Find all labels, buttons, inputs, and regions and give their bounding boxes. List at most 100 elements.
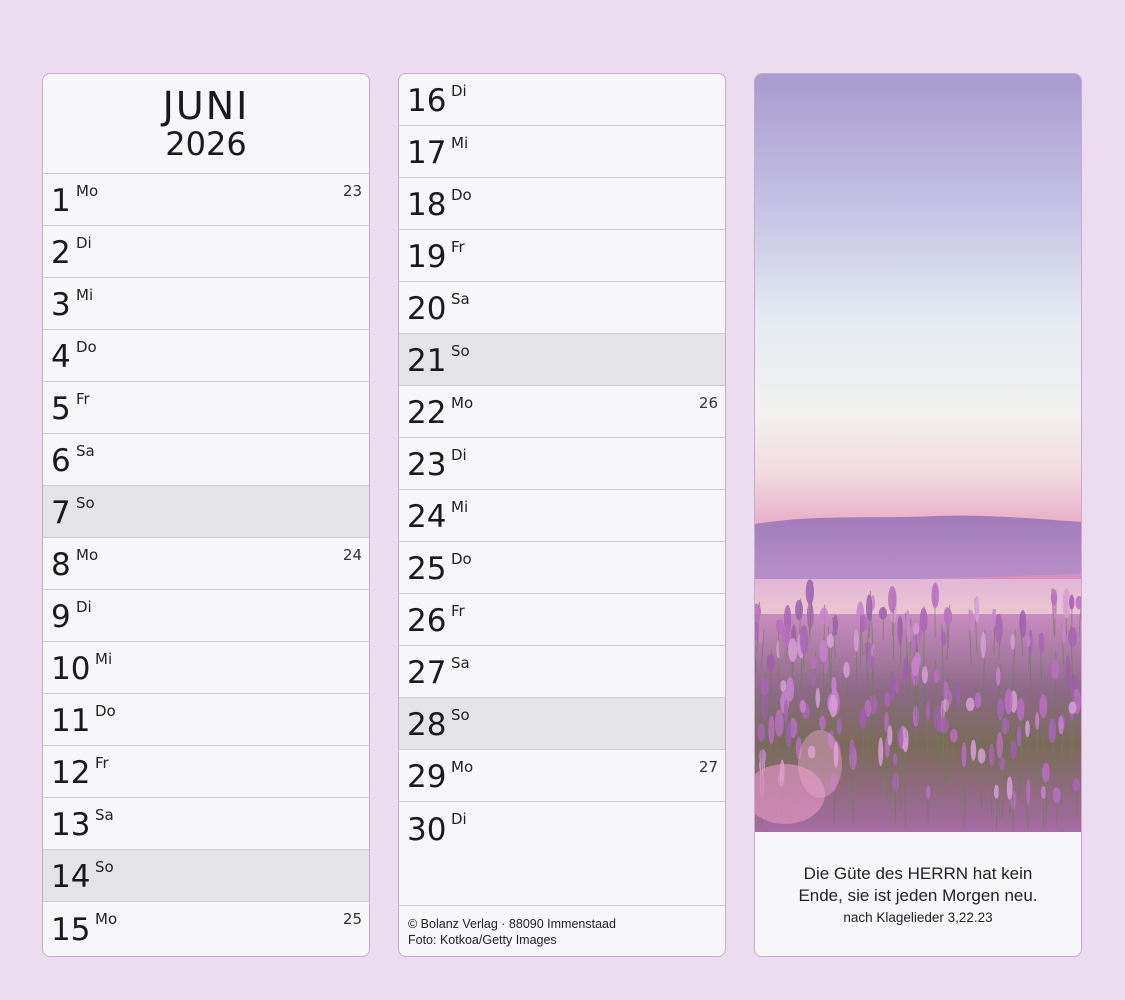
day-number: 6 bbox=[51, 443, 71, 479]
quote-line-2: Ende, sie ist jeden Morgen neu. bbox=[798, 886, 1038, 905]
photo-credit: Foto: Kotkoa/Getty Images bbox=[408, 933, 557, 947]
day-row: 1 Mo 23 bbox=[43, 174, 369, 226]
day-number: 4 bbox=[51, 339, 71, 375]
day-number: 8 bbox=[51, 547, 71, 583]
day-row: 22 Mo 26 bbox=[399, 386, 725, 438]
day-number: 12 bbox=[51, 755, 91, 791]
day-row: 23 Di bbox=[399, 438, 725, 490]
day-number: 23 bbox=[407, 447, 447, 483]
day-row: 3 Mi bbox=[43, 278, 369, 330]
day-row: 19 Fr bbox=[399, 230, 725, 282]
month-header: JUNI 2026 bbox=[43, 74, 369, 174]
credits: © Bolanz Verlag · 88090 Immenstaad Foto:… bbox=[408, 916, 616, 948]
weekday-name: Do bbox=[451, 186, 472, 204]
lavender-field-photo bbox=[755, 74, 1081, 832]
day-row: 14 So bbox=[43, 850, 369, 902]
weekday-name: Do bbox=[451, 550, 472, 568]
weekday-name: Do bbox=[76, 338, 97, 356]
day-number: 16 bbox=[407, 83, 447, 119]
day-number: 28 bbox=[407, 707, 447, 743]
weekday-name: Fr bbox=[451, 238, 465, 256]
day-number: 1 bbox=[51, 183, 71, 219]
calendar-column-2: 16 Di 17 Mi 18 Do 19 Fr 20 Sa 21 So 22 Mo 26 23 Di 24 Mi 25… bbox=[398, 73, 726, 957]
credits-area: © Bolanz Verlag · 88090 Immenstaad Foto:… bbox=[399, 854, 725, 956]
day-number: 10 bbox=[51, 651, 91, 687]
weekday-name: So bbox=[76, 494, 95, 512]
weekday-name: Sa bbox=[76, 442, 95, 460]
weekday-name: Di bbox=[451, 810, 467, 828]
year-title: 2026 bbox=[165, 125, 247, 163]
weekday-name: Di bbox=[76, 598, 92, 616]
day-number: 14 bbox=[51, 859, 91, 895]
weekday-name: Mo bbox=[451, 758, 474, 776]
weekday-name: Di bbox=[76, 234, 92, 252]
weekday-name: Fr bbox=[451, 602, 465, 620]
day-number: 2 bbox=[51, 235, 71, 271]
day-number: 17 bbox=[407, 135, 447, 171]
day-row: 28 So bbox=[399, 698, 725, 750]
day-number: 20 bbox=[407, 291, 447, 327]
day-row: 10 Mi bbox=[43, 642, 369, 694]
week-number: 23 bbox=[342, 182, 362, 200]
photo-column: Die Güte des HERRN hat kein Ende, sie is… bbox=[754, 73, 1082, 957]
weekday-name: Sa bbox=[451, 654, 470, 672]
day-row: 8 Mo 24 bbox=[43, 538, 369, 590]
weekday-name: Mo bbox=[95, 910, 118, 928]
week-number: 25 bbox=[342, 910, 362, 928]
empty-row bbox=[399, 854, 725, 906]
month-title: JUNI bbox=[162, 84, 250, 128]
weekday-name: Di bbox=[451, 446, 467, 464]
day-number: 15 bbox=[51, 912, 91, 948]
week-number: 26 bbox=[698, 394, 718, 412]
calendar-column-1: JUNI 2026 1 Mo 23 2 Di 3 Mi 4 Do 5 Fr 6 Sa 7 So 8 Mo 24 9 D… bbox=[42, 73, 370, 957]
weekday-name: Mi bbox=[451, 134, 469, 152]
day-number: 13 bbox=[51, 807, 91, 843]
day-number: 9 bbox=[51, 599, 71, 635]
day-number: 7 bbox=[51, 495, 71, 531]
day-row: 9 Di bbox=[43, 590, 369, 642]
day-number: 18 bbox=[407, 187, 447, 223]
weekday-name: Mo bbox=[451, 394, 474, 412]
day-row: 16 Di bbox=[399, 74, 725, 126]
day-number: 3 bbox=[51, 287, 71, 323]
week-number: 27 bbox=[698, 758, 718, 776]
weekday-name: Sa bbox=[95, 806, 114, 824]
weekday-name: So bbox=[451, 706, 470, 724]
day-row: 7 So bbox=[43, 486, 369, 538]
weekday-name: So bbox=[95, 858, 114, 876]
day-row: 30 Di bbox=[399, 802, 725, 854]
weekday-name: Di bbox=[451, 82, 467, 100]
day-number: 27 bbox=[407, 655, 447, 691]
day-row: 21 So bbox=[399, 334, 725, 386]
day-row: 24 Mi bbox=[399, 490, 725, 542]
day-list-1: 1 Mo 23 2 Di 3 Mi 4 Do 5 Fr 6 Sa 7 So 8 Mo 24 9 Di 10 Mi 11 Do 1… bbox=[43, 174, 369, 954]
weekday-name: Fr bbox=[95, 754, 109, 772]
quote-text: Die Güte des HERRN hat kein Ende, sie is… bbox=[755, 863, 1081, 907]
day-row: 29 Mo 27 bbox=[399, 750, 725, 802]
day-number: 25 bbox=[407, 551, 447, 587]
day-row: 4 Do bbox=[43, 330, 369, 382]
day-number: 5 bbox=[51, 391, 71, 427]
day-row: 2 Di bbox=[43, 226, 369, 278]
weekday-name: Mi bbox=[451, 498, 469, 516]
day-number: 21 bbox=[407, 343, 447, 379]
day-row: 25 Do bbox=[399, 542, 725, 594]
day-row: 15 Mo 25 bbox=[43, 902, 369, 954]
weekday-name: Fr bbox=[76, 390, 90, 408]
day-row: 13 Sa bbox=[43, 798, 369, 850]
weekday-name: Mi bbox=[76, 286, 94, 304]
day-number: 29 bbox=[407, 759, 447, 795]
day-row: 12 Fr bbox=[43, 746, 369, 798]
day-row: 18 Do bbox=[399, 178, 725, 230]
weekday-name: Mo bbox=[76, 546, 99, 564]
weekday-name: Mi bbox=[95, 650, 113, 668]
day-list-2: 16 Di 17 Mi 18 Do 19 Fr 20 Sa 21 So 22 Mo 26 23 Di 24 Mi 25… bbox=[399, 74, 725, 854]
day-row: 6 Sa bbox=[43, 434, 369, 486]
day-number: 22 bbox=[407, 395, 447, 431]
day-row: 11 Do bbox=[43, 694, 369, 746]
weekday-name: Do bbox=[95, 702, 116, 720]
week-number: 24 bbox=[342, 546, 362, 564]
quote-source: nach Klagelieder 3,22.23 bbox=[843, 910, 993, 925]
day-number: 11 bbox=[51, 703, 91, 739]
weekday-name: Sa bbox=[451, 290, 470, 308]
